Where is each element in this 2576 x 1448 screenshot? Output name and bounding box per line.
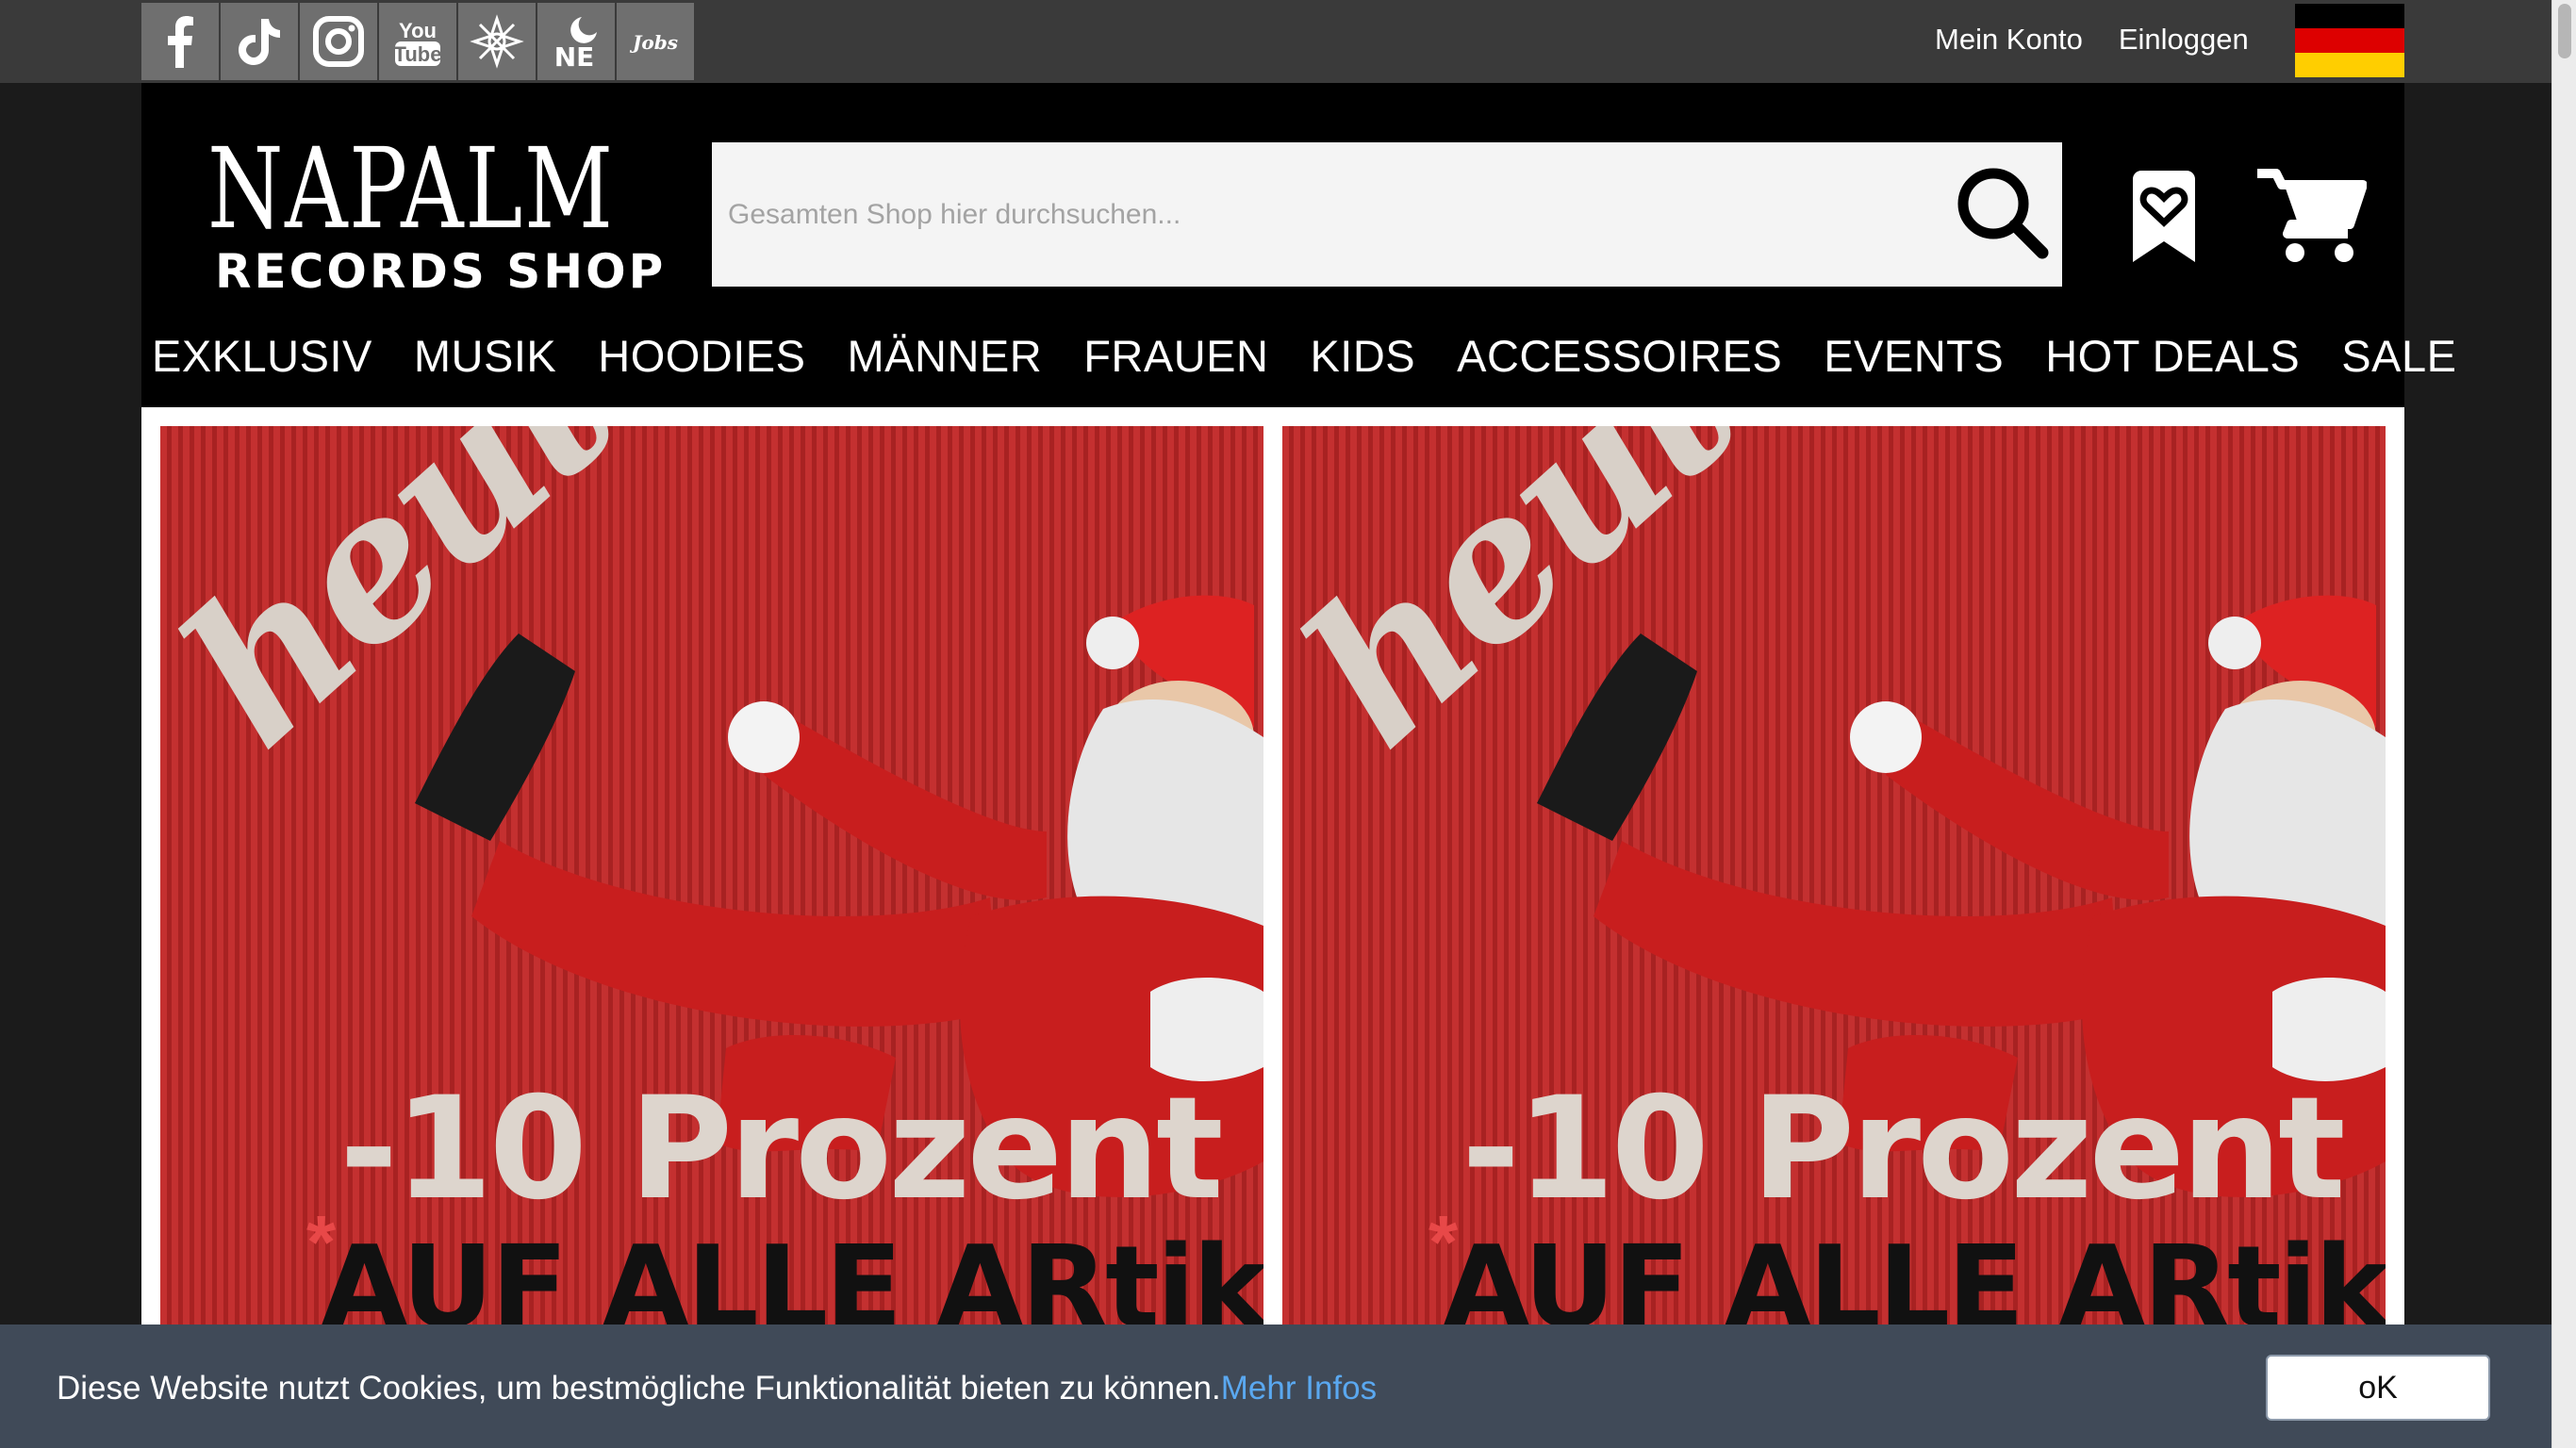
cookie-ok-button[interactable]: oK — [2266, 1355, 2490, 1421]
svg-text:Jobs: Jobs — [629, 31, 678, 54]
svg-text:Tube: Tube — [394, 42, 442, 66]
logo-brand: NAPALM — [207, 123, 615, 254]
banner-discount-text: -10 Prozent — [1461, 1067, 2346, 1231]
top-bar: You Tube NE Jobs Mein Konto Einloggen — [0, 0, 2551, 83]
promo-banner[interactable]: heute -10 Prozent * AUF ALLE ARtikeL — [160, 426, 1263, 1448]
language-flag-de[interactable] — [2295, 4, 2404, 77]
nav-item-hoodies[interactable]: HOODIES — [598, 330, 805, 382]
login-link[interactable]: Einloggen — [2119, 23, 2249, 57]
my-account-link[interactable]: Mein Konto — [1935, 23, 2083, 57]
search-icon — [1957, 168, 2049, 259]
cookie-banner: Diese Website nutzt Cookies, um bestmögl… — [0, 1325, 2551, 1448]
nav-item-frauen[interactable]: FRAUEN — [1083, 330, 1268, 382]
nav-item-maenner[interactable]: MÄNNER — [848, 330, 1043, 382]
search-input[interactable] — [712, 142, 1938, 287]
svg-text:NE: NE — [554, 41, 595, 70]
main-content: heute -10 Prozent * AUF ALLE ARtikeL heu… — [141, 407, 2404, 1448]
tiktok-icon[interactable] — [221, 3, 298, 80]
facebook-icon[interactable] — [141, 3, 219, 80]
instagram-icon[interactable] — [300, 3, 377, 80]
search-box — [712, 142, 2062, 287]
banner-discount-text: -10 Prozent — [339, 1067, 1224, 1231]
jobs-icon[interactable]: Jobs — [617, 3, 694, 80]
cookie-message-text: Diese Website nutzt Cookies, um bestmögl… — [57, 1370, 1221, 1407]
cookie-more-info-link[interactable]: Mehr Infos — [1221, 1370, 1377, 1407]
nav-item-hot-deals[interactable]: HOT DEALS — [2045, 330, 2300, 382]
youtube-icon[interactable]: You Tube — [379, 3, 456, 80]
nav-item-accessoires[interactable]: ACCESSOIRES — [1457, 330, 1782, 382]
social-links: You Tube NE Jobs — [141, 3, 694, 80]
cart-button[interactable] — [2254, 164, 2368, 268]
napalm-emblem-icon[interactable] — [458, 3, 536, 80]
ne-icon[interactable]: NE — [537, 3, 615, 80]
search-button[interactable] — [1949, 159, 2053, 263]
promo-banner[interactable]: heute -10 Prozent * AUF ALLE ARtikeL — [1282, 426, 2386, 1448]
nav-item-sale[interactable]: SALE — [2341, 330, 2456, 382]
cart-icon — [2257, 169, 2368, 262]
scrollbar[interactable] — [2551, 0, 2576, 1448]
wishlist-button[interactable] — [2122, 170, 2206, 264]
nav-item-kids[interactable]: KIDS — [1310, 330, 1415, 382]
main-nav: EXKLUSIV MUSIK HOODIES MÄNNER FRAUEN KID… — [152, 330, 2456, 382]
site-logo[interactable]: NAPALM RECORDS SHOP — [207, 123, 663, 302]
nav-item-exklusiv[interactable]: EXKLUSIV — [152, 330, 372, 382]
svg-text:You: You — [399, 19, 437, 42]
account-links: Mein Konto Einloggen — [1935, 23, 2249, 57]
cookie-message: Diese Website nutzt Cookies, um bestmögl… — [57, 1370, 1377, 1407]
wishlist-icon — [2133, 171, 2195, 262]
nav-item-events[interactable]: EVENTS — [1824, 330, 2004, 382]
site-header: NAPALM RECORDS SHOP EXKLUSIV MUSIK HOODI… — [141, 83, 2456, 407]
scrollbar-thumb[interactable] — [2558, 4, 2571, 58]
nav-item-musik[interactable]: MUSIK — [414, 330, 556, 382]
